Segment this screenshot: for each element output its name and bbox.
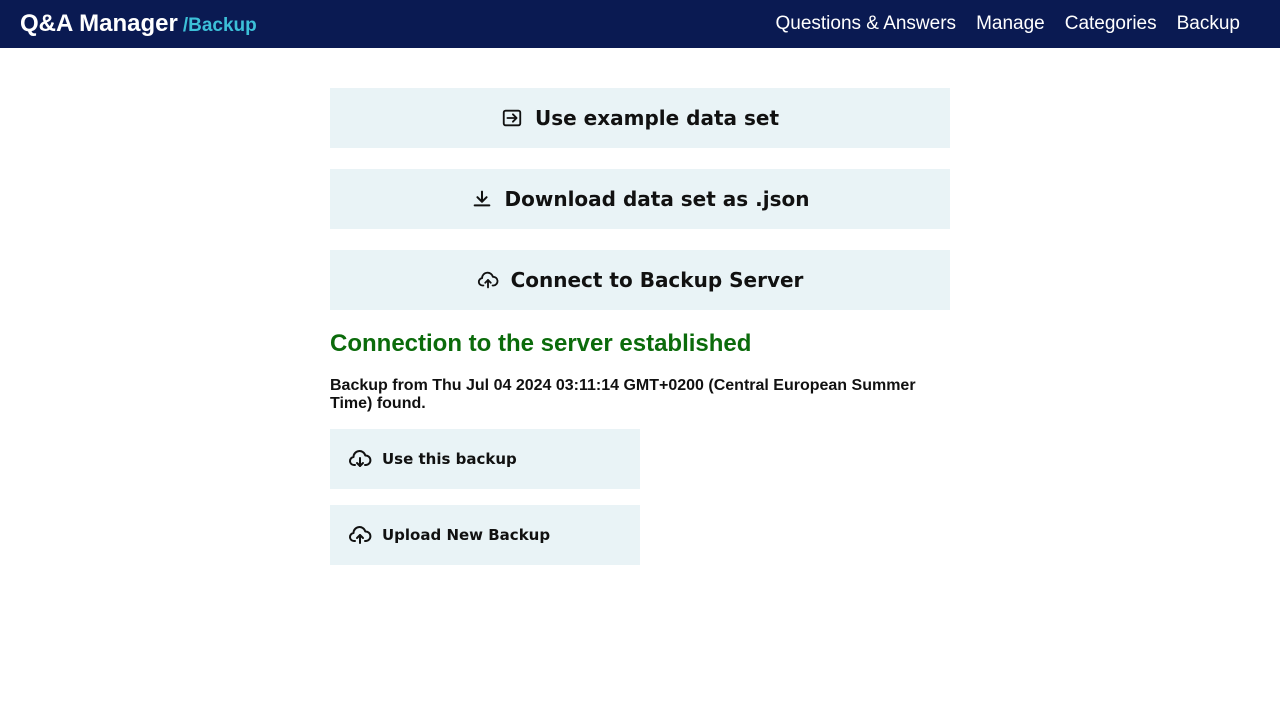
nav-backup[interactable]: Backup: [1177, 13, 1240, 35]
use-this-backup-label: Use this backup: [382, 450, 517, 468]
brand: Q&A Manager /Backup: [20, 0, 257, 48]
page-subtitle: /Backup: [182, 15, 257, 36]
download-json-label: Download data set as .json: [504, 187, 810, 211]
cloud-upload-icon: [349, 526, 372, 544]
top-navbar: Q&A Manager /Backup Questions & Answers …: [0, 0, 1280, 48]
connect-backup-server-label: Connect to Backup Server: [510, 268, 804, 292]
nav-categories[interactable]: Categories: [1065, 13, 1157, 35]
upload-new-backup-button[interactable]: Upload New Backup: [330, 505, 640, 565]
app-title: Q&A Manager: [20, 10, 178, 37]
use-example-data-label: Use example data set: [534, 106, 780, 130]
use-this-backup-button[interactable]: Use this backup: [330, 429, 640, 489]
nav-questions-answers[interactable]: Questions & Answers: [775, 13, 956, 35]
login-icon: [502, 109, 522, 127]
main-nav: Questions & Answers Manage Categories Ba…: [775, 0, 1240, 48]
connect-backup-server-button[interactable]: Connect to Backup Server: [330, 250, 950, 310]
connection-status: Connection to the server established: [330, 330, 752, 357]
upload-new-backup-label: Upload New Backup: [382, 526, 551, 544]
nav-manage[interactable]: Manage: [976, 13, 1045, 35]
cloud-download-icon: [349, 450, 372, 467]
backup-info-text: Backup from Thu Jul 04 2024 03:11:14 GMT…: [330, 377, 916, 412]
backup-panel: Use example data set Download data set a…: [330, 88, 950, 565]
use-example-data-button[interactable]: Use example data set: [330, 88, 950, 148]
cloud-upload-icon: [477, 271, 499, 289]
download-json-button[interactable]: Download data set as .json: [330, 169, 950, 229]
download-icon: [473, 190, 490, 207]
